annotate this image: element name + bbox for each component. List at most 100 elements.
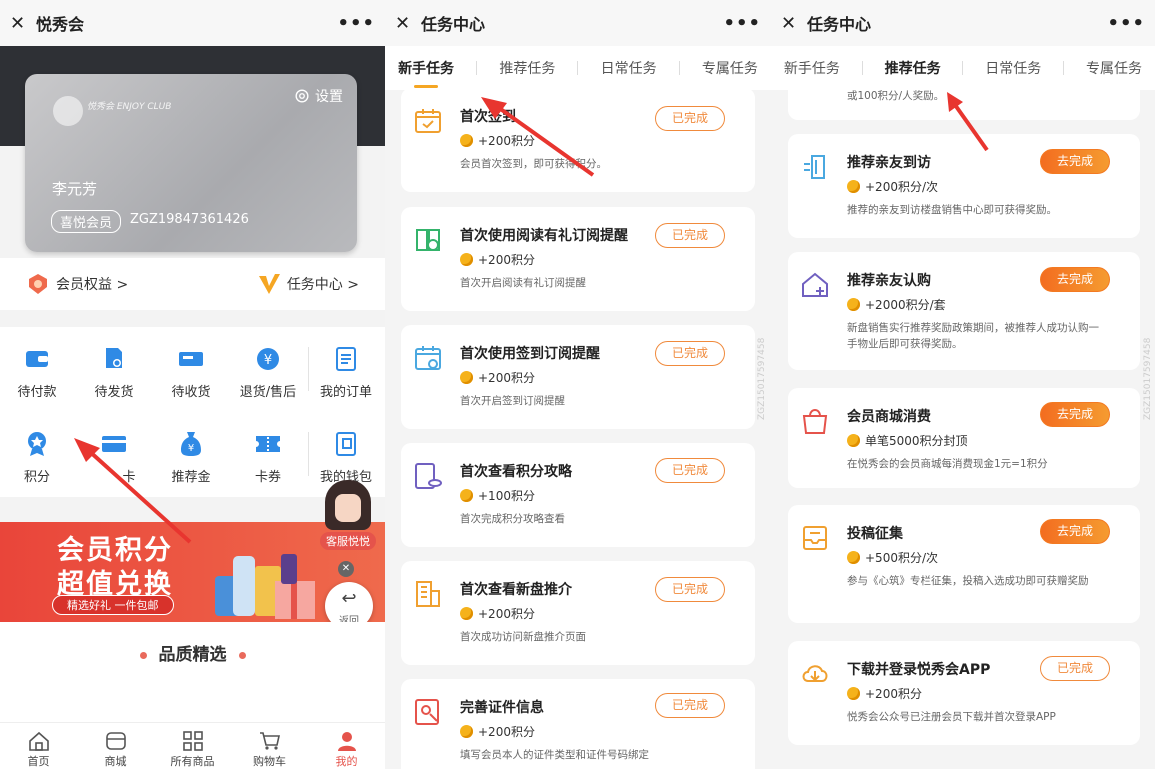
shortcut-label: 待收货: [171, 385, 211, 400]
task-status-button[interactable]: 已完成: [655, 223, 725, 248]
card-icon: [100, 430, 128, 458]
shortcut-pending-shipment[interactable]: 待发货: [77, 345, 151, 400]
tab-all-products[interactable]: 所有商品: [154, 723, 231, 769]
task-description: 首次完成积分攻略查看: [460, 513, 565, 525]
inbox-icon: [803, 526, 827, 550]
task-status-button[interactable]: 已完成: [655, 341, 725, 366]
task-status-button[interactable]: 去完成: [1040, 402, 1110, 427]
shop-icon: [77, 729, 154, 753]
tab-daily-tasks[interactable]: 日常任务: [597, 58, 661, 78]
customer-service-button[interactable]: 客服悦悦: [313, 480, 383, 550]
task-points: +200积分/次: [847, 178, 938, 195]
task-status-button[interactable]: 已完成: [655, 577, 725, 602]
crown-badge-icon: [26, 272, 50, 296]
top-bar: ✕ 任务中心 •••: [385, 0, 771, 46]
task-description: 悦秀会公众号已注册会员下载并首次登录APP: [847, 711, 1056, 723]
tab-referral-tasks[interactable]: 推荐任务: [881, 58, 945, 88]
tab-mine[interactable]: 我的: [308, 723, 385, 769]
shortcut-refund[interactable]: ¥ 退货/售后: [231, 345, 305, 400]
task-card: 首次使用签到订阅提醒 +200积分 首次开启签到订阅提醒 已完成: [401, 325, 755, 429]
settings-button[interactable]: 设置: [293, 86, 343, 106]
task-status-button[interactable]: 去完成: [1040, 519, 1110, 544]
member-benefits-link[interactable]: 会员权益 >: [26, 272, 128, 296]
shortcut-pending-payment[interactable]: 待付款: [0, 345, 74, 400]
task-status-button[interactable]: 去完成: [1040, 267, 1110, 292]
page-title: 任务中心: [807, 15, 872, 34]
task-card: 完善证件信息 +200积分 填写会员本人的证件类型和证件号码绑定 已完成: [401, 679, 755, 769]
door-icon: [804, 155, 825, 179]
tab-exclusive-tasks[interactable]: 专属任务: [698, 58, 762, 78]
tab-newbie-tasks[interactable]: 新手任务: [394, 58, 458, 88]
points-text: +100积分: [478, 489, 535, 503]
points-text: +200积分: [478, 253, 535, 267]
tab-daily-tasks[interactable]: 日常任务: [981, 58, 1045, 78]
close-icon[interactable]: ✕: [395, 13, 421, 34]
gear-icon: [295, 89, 309, 103]
task-description: 或100积分/人奖励。: [847, 90, 945, 102]
more-icon[interactable]: •••: [723, 13, 761, 34]
close-icon[interactable]: ✕: [338, 561, 354, 577]
task-status-button[interactable]: 已完成: [655, 693, 725, 718]
coin-icon: [460, 489, 473, 502]
task-title: 会员商城消费: [847, 409, 931, 425]
tab-label: 所有商品: [170, 755, 215, 768]
task-status-button[interactable]: 已完成: [655, 106, 725, 131]
page-title: 任务中心: [421, 15, 486, 34]
task-status-button[interactable]: 已完成: [1040, 656, 1110, 681]
shortcut-pending-receipt[interactable]: 待收货: [154, 345, 228, 400]
tab-home[interactable]: 首页: [0, 723, 77, 769]
tab-label: 我的: [335, 755, 358, 768]
task-points: +200积分: [460, 723, 535, 740]
coin-icon: [847, 180, 860, 193]
grid-icon: [154, 729, 231, 753]
tab-cart[interactable]: 购物车: [231, 723, 308, 769]
task-title: 推荐亲友到访: [847, 155, 931, 171]
coin-icon: [847, 434, 860, 447]
svg-text:¥: ¥: [264, 353, 272, 368]
task-title: 完善证件信息: [460, 700, 544, 716]
task-center-link[interactable]: 任务中心 >: [257, 272, 359, 296]
coin-icon: [847, 298, 860, 311]
member-card[interactable]: 悦秀会 ENJOY CLUB 设置 李元芳 喜悦会员 ZGZ1984736142…: [25, 74, 357, 252]
tab-referral-tasks[interactable]: 推荐任务: [495, 58, 559, 78]
task-points: +100积分: [460, 487, 535, 504]
shortcut-card[interactable]: 卡: [77, 430, 151, 485]
club-logo-icon: [53, 96, 83, 126]
shortcut-label: 积分: [23, 470, 50, 485]
task-title: 首次签到: [460, 109, 516, 125]
task-points: +200积分: [460, 605, 535, 622]
shortcut-referral-money[interactable]: ¥ 推荐金: [154, 430, 228, 485]
points-text: +200积分: [865, 687, 922, 701]
tab-exclusive-tasks[interactable]: 专属任务: [1082, 58, 1146, 78]
more-icon[interactable]: •••: [337, 13, 375, 34]
task-status-button[interactable]: 去完成: [1040, 149, 1110, 174]
customer-service-label: 客服悦悦: [320, 532, 376, 550]
coin-icon: [460, 371, 473, 384]
tab-newbie-tasks[interactable]: 新手任务: [780, 58, 844, 78]
coupon-icon: [254, 430, 282, 458]
wallet-icon: [23, 345, 51, 373]
house-plus-icon: [802, 272, 828, 297]
close-icon[interactable]: ✕: [781, 13, 807, 34]
task-points: +200积分: [460, 369, 535, 386]
task-card: 首次使用阅读有礼订阅提醒 +200积分 首次开启阅读有礼订阅提醒 已完成: [401, 207, 755, 311]
close-icon[interactable]: ✕: [10, 13, 36, 34]
order-list-icon: [332, 345, 360, 373]
banner-line3: 精选好礼 一件包邮: [52, 595, 174, 615]
book-bell-icon: [416, 229, 440, 251]
club-logo-text: 悦秀会 ENJOY CLUB: [87, 102, 172, 112]
task-status-button[interactable]: 已完成: [655, 458, 725, 483]
shortcut-coupons[interactable]: 卡券: [231, 430, 305, 485]
watermark: ZGZ15017597458: [757, 337, 767, 420]
shortcut-points[interactable]: 积分: [0, 430, 74, 485]
shortcut-my-wallet[interactable]: 我的钱包: [309, 430, 383, 485]
money-bag-icon: ¥: [177, 430, 205, 458]
coin-icon: [460, 725, 473, 738]
tab-shop[interactable]: 商城: [77, 723, 154, 769]
more-icon[interactable]: •••: [1107, 13, 1145, 34]
shortcut-my-orders[interactable]: 我的订单: [309, 345, 383, 400]
task-card: 下载并登录悦秀会APP +200积分 悦秀会公众号已注册会员下载并首次登录APP…: [788, 641, 1140, 745]
task-description: 推荐的亲友到访楼盘销售中心即可获得奖励。: [847, 204, 1057, 216]
task-title: 下载并登录悦秀会APP: [847, 662, 991, 678]
v-logo-icon: [257, 272, 281, 296]
